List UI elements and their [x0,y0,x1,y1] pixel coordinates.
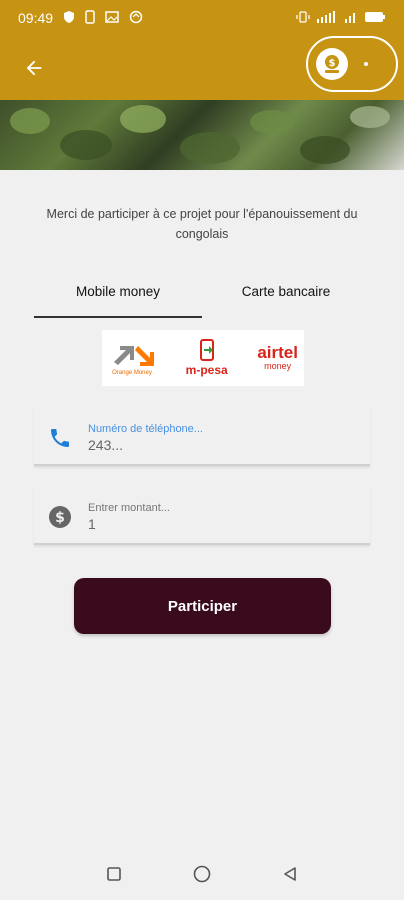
header-banner-image [0,100,404,170]
circle-icon [193,865,211,883]
home-button[interactable] [190,862,214,886]
tab-mobile-money[interactable]: Mobile money [34,276,202,318]
sync-status-icon [129,10,143,27]
status-bar: 09:49 [0,0,404,36]
battery-icon [364,11,386,26]
amount-field[interactable]: $ Entrer montant... 1 [34,487,370,545]
mpesa-label: m-pesa [185,363,228,377]
signal-icon-2 [344,11,358,26]
back-nav-button[interactable] [278,862,302,886]
android-nav-bar [0,848,404,900]
dollar-coin-icon: $ [316,48,348,80]
payment-tabs: Mobile money Carte bancaire [34,276,370,318]
phone-number-field[interactable]: Numéro de téléphone... 243... [34,408,370,466]
signal-icon [316,10,338,26]
shield-icon [63,10,75,27]
tab-carte-bancaire[interactable]: Carte bancaire [202,276,370,318]
square-icon [107,867,121,881]
amount-field-value[interactable]: 1 [88,516,96,532]
participer-button[interactable]: Participer [74,578,331,634]
phone-icon [48,426,72,450]
mobile-operators-logo: Orange Money m-pesa airtel money [102,330,304,386]
dollar-icon: $ [48,505,72,529]
arrow-left-icon [26,60,42,76]
wallet-button[interactable]: $ [306,36,398,92]
image-status-icon [105,10,119,26]
svg-text:$: $ [329,58,336,69]
phone-status-icon [85,9,95,27]
airtel-sub-label: money [264,361,292,371]
orange-money-caption: Orange Money [112,370,152,376]
mpesa-logo: m-pesa [186,339,228,377]
airtel-label: airtel [257,343,298,362]
recent-apps-button[interactable] [102,862,126,886]
back-button[interactable] [20,54,48,82]
amount-field-label: Entrer montant... [88,502,170,514]
status-time: 09:49 [18,10,54,26]
intro-text: Merci de participer à ce projet pour l'é… [46,207,358,241]
orange-money-logo: Orange Money [108,340,156,376]
svg-text:$: $ [55,510,65,526]
triangle-back-icon [284,867,296,881]
phone-field-label: Numéro de téléphone... [88,423,203,435]
app-bar: $ [0,36,404,100]
wallet-indicator-dot [364,62,368,66]
airtel-money-logo: airtel money [257,343,298,371]
vibrate-icon [296,10,310,26]
phone-field-value[interactable]: 243... [88,437,123,453]
